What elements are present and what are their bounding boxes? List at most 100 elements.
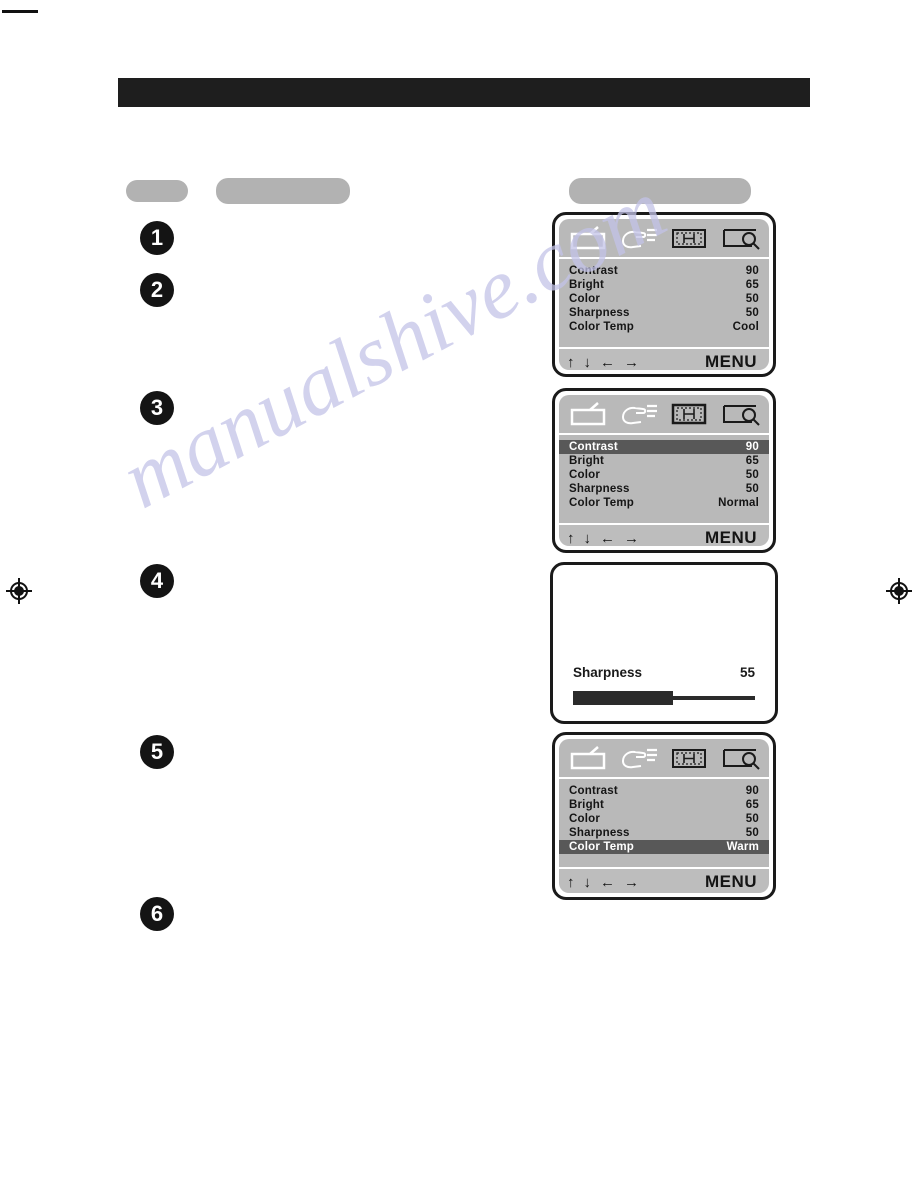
menu-row[interactable]: Color Temp Normal bbox=[559, 496, 769, 510]
menu-row[interactable]: Color 50 bbox=[559, 812, 769, 826]
menu-row-label: Bright bbox=[569, 279, 605, 291]
osd-menu-list: Contrast 90 Bright 65 Color 50 Sharpness… bbox=[559, 435, 769, 523]
menu-row-selected[interactable]: Color Temp Warm bbox=[559, 840, 769, 854]
menu-row-label: Color bbox=[569, 293, 601, 305]
screen-position-icon[interactable] bbox=[667, 401, 711, 427]
left-arrow-icon[interactable]: ← bbox=[600, 531, 615, 546]
osd-inner: Sharpness 55 bbox=[557, 569, 771, 717]
osd-nav-arrows: ↑ ↓ ← → bbox=[567, 531, 639, 546]
osd-panel-colortemp-warm: Contrast 90 Bright 65 Color 50 Sharpness… bbox=[552, 732, 776, 900]
menu-row-value: 65 bbox=[745, 279, 759, 291]
registration-mark-right bbox=[886, 578, 912, 604]
left-arrow-icon[interactable]: ← bbox=[600, 355, 615, 370]
menu-row-value: 65 bbox=[745, 455, 759, 467]
osd-nav-bar: ↑ ↓ ← → MENU bbox=[559, 867, 769, 893]
osd-icon-bar bbox=[559, 739, 769, 779]
menu-row-selected[interactable]: Contrast 90 bbox=[559, 440, 769, 454]
menu-row-label: Color Temp bbox=[569, 841, 635, 853]
menu-row-value: Cool bbox=[732, 321, 759, 333]
tv-picture-icon[interactable] bbox=[566, 225, 610, 251]
menu-row-label: Contrast bbox=[569, 785, 618, 797]
menu-row-value: Warm bbox=[726, 841, 759, 853]
menu-row-value: 50 bbox=[745, 813, 759, 825]
menu-row-value: 50 bbox=[745, 483, 759, 495]
osd-panel-contrast-selected: Contrast 90 Bright 65 Color 50 Sharpness… bbox=[552, 388, 776, 553]
menu-row[interactable]: Sharpness 50 bbox=[559, 826, 769, 840]
hand-sound-icon[interactable] bbox=[617, 745, 661, 771]
menu-row[interactable]: Bright 65 bbox=[559, 454, 769, 468]
menu-row-value: 90 bbox=[745, 785, 759, 797]
down-arrow-icon[interactable]: ↓ bbox=[584, 355, 592, 370]
osd-inner: Contrast 90 Bright 65 Color 50 Sharpness… bbox=[559, 739, 769, 893]
menu-row[interactable]: Color Temp Cool bbox=[559, 320, 769, 334]
sharpness-row: Sharpness 55 bbox=[573, 665, 755, 680]
crop-mark-line bbox=[2, 10, 38, 13]
redaction-pill-b bbox=[216, 178, 350, 204]
tv-picture-icon[interactable] bbox=[566, 745, 610, 771]
step-number-6: 6 bbox=[140, 897, 174, 931]
right-arrow-icon[interactable]: → bbox=[624, 531, 639, 546]
osd-inner: Contrast 90 Bright 65 Color 50 Sharpness… bbox=[559, 395, 769, 546]
menu-row[interactable]: Contrast 90 bbox=[559, 264, 769, 278]
menu-row-value: 50 bbox=[745, 827, 759, 839]
menu-button[interactable]: MENU bbox=[705, 352, 757, 370]
screen-zoom-icon[interactable] bbox=[718, 225, 762, 251]
menu-spacer bbox=[559, 334, 769, 344]
screen-zoom-icon[interactable] bbox=[718, 401, 762, 427]
menu-button[interactable]: MENU bbox=[705, 528, 757, 546]
menu-spacer bbox=[559, 510, 769, 520]
screen-zoom-icon[interactable] bbox=[718, 745, 762, 771]
registration-mark-left bbox=[6, 578, 32, 604]
menu-row-value: 65 bbox=[745, 799, 759, 811]
tv-picture-icon[interactable] bbox=[566, 401, 610, 427]
right-arrow-icon[interactable]: → bbox=[624, 355, 639, 370]
up-arrow-icon[interactable]: ↑ bbox=[567, 875, 575, 890]
up-arrow-icon[interactable]: ↑ bbox=[567, 531, 575, 546]
osd-nav-bar: ↑ ↓ ← → MENU bbox=[559, 347, 769, 370]
sharpness-slider-fill[interactable] bbox=[573, 691, 674, 705]
menu-row-label: Bright bbox=[569, 455, 605, 467]
menu-row[interactable]: Color 50 bbox=[559, 468, 769, 482]
left-arrow-icon[interactable]: ← bbox=[600, 875, 615, 890]
reg-dot bbox=[14, 586, 24, 596]
step-number-4: 4 bbox=[140, 564, 174, 598]
step-number-2: 2 bbox=[140, 273, 174, 307]
right-arrow-icon[interactable]: → bbox=[624, 875, 639, 890]
hand-sound-icon[interactable] bbox=[617, 225, 661, 251]
osd-icon-bar bbox=[559, 219, 769, 259]
screen-position-icon[interactable] bbox=[667, 745, 711, 771]
menu-row-value: 50 bbox=[745, 307, 759, 319]
menu-row[interactable]: Bright 65 bbox=[559, 278, 769, 292]
sharpness-label: Sharpness bbox=[573, 665, 643, 680]
step-number-1: 1 bbox=[140, 221, 174, 255]
screen-position-icon[interactable] bbox=[667, 225, 711, 251]
up-arrow-icon[interactable]: ↑ bbox=[567, 355, 575, 370]
down-arrow-icon[interactable]: ↓ bbox=[584, 531, 592, 546]
reg-dot bbox=[894, 586, 904, 596]
osd-panel-sharpness-slider: Sharpness 55 bbox=[550, 562, 778, 724]
menu-button[interactable]: MENU bbox=[705, 872, 757, 892]
step-number-5: 5 bbox=[140, 735, 174, 769]
menu-row-label: Contrast bbox=[569, 265, 618, 277]
osd-nav-arrows: ↑ ↓ ← → bbox=[567, 875, 639, 890]
redaction-pill-c bbox=[569, 178, 751, 204]
menu-row-label: Contrast bbox=[569, 441, 618, 453]
osd-menu-list: Contrast 90 Bright 65 Color 50 Sharpness… bbox=[559, 259, 769, 347]
menu-row-label: Color Temp bbox=[569, 321, 635, 333]
menu-row-value: 50 bbox=[745, 293, 759, 305]
menu-row-value: 90 bbox=[745, 441, 759, 453]
menu-row[interactable]: Sharpness 50 bbox=[559, 482, 769, 496]
menu-row[interactable]: Bright 65 bbox=[559, 798, 769, 812]
menu-row-label: Sharpness bbox=[569, 307, 630, 319]
menu-row[interactable]: Sharpness 50 bbox=[559, 306, 769, 320]
menu-spacer bbox=[559, 854, 769, 864]
menu-row-label: Sharpness bbox=[569, 827, 630, 839]
sharpness-value: 55 bbox=[739, 665, 755, 680]
menu-row[interactable]: Contrast 90 bbox=[559, 784, 769, 798]
hand-sound-icon[interactable] bbox=[617, 401, 661, 427]
osd-inner: Contrast 90 Bright 65 Color 50 Sharpness… bbox=[559, 219, 769, 370]
down-arrow-icon[interactable]: ↓ bbox=[584, 875, 592, 890]
menu-row-value: 50 bbox=[745, 469, 759, 481]
menu-row[interactable]: Color 50 bbox=[559, 292, 769, 306]
osd-nav-arrows: ↑ ↓ ← → bbox=[567, 355, 639, 370]
